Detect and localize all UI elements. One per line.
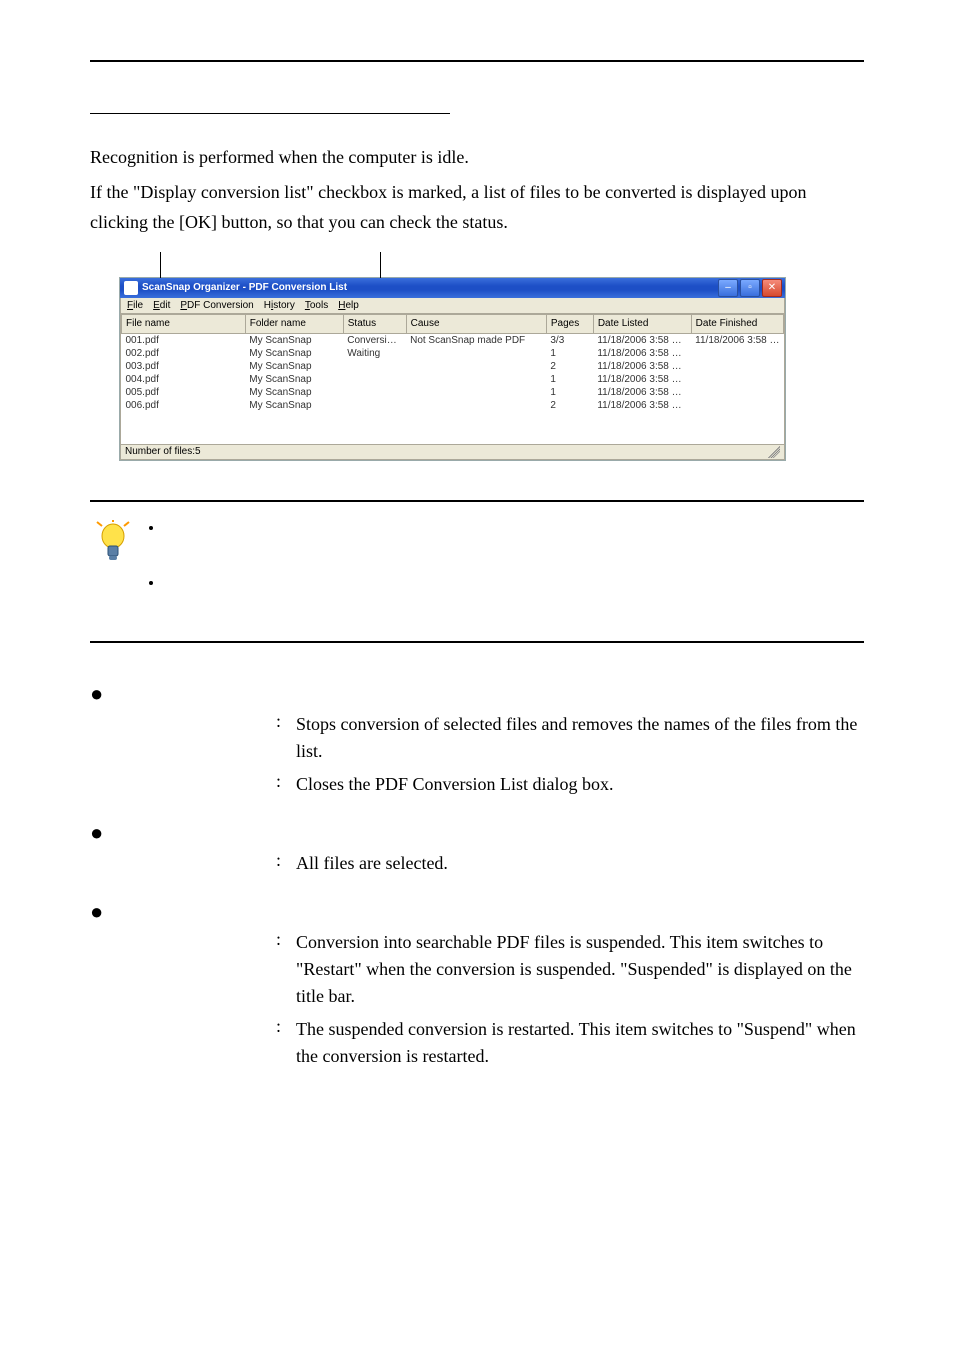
cell-listed: 11/18/2006 3:58 … [593,399,691,412]
cell-folder: My ScanSnap [245,333,343,347]
statusbar: Number of files:5 [120,445,785,460]
cell-listed: 11/18/2006 3:58 … [593,333,691,347]
cell-cause: Not ScanSnap made PDF [406,333,546,347]
cell-finished: 11/18/2006 3:58 … [691,333,783,347]
cell-file: 001.pdf [122,333,246,347]
cell-status: Waiting [343,347,406,360]
window-title: ScanSnap Organizer - PDF Conversion List [142,282,347,293]
cell-file: 003.pdf [122,360,246,373]
hint-box [90,500,864,643]
cell-cause [406,373,546,386]
cell-cause [406,360,546,373]
cell-pages: 1 [546,386,593,399]
table-row[interactable]: 003.pdfMy ScanSnap 211/18/2006 3:58 … [122,360,784,373]
section-underline [90,112,450,114]
intro-line-1: Recognition is performed when the comput… [90,142,864,173]
table-row[interactable]: 001.pdfMy ScanSnapConversi…Not ScanSnap … [122,333,784,347]
app-icon [124,281,138,295]
cell-finished [691,399,783,412]
callout-line-2 [380,252,381,278]
cell-finished [691,386,783,399]
cell-pages: 2 [546,399,593,412]
menu-pdf-conversion[interactable]: PDF Conversion [180,300,253,311]
cell-file: 006.pdf [122,399,246,412]
menubar: File Edit PDF Conversion History Tools H… [120,298,785,314]
maximize-button[interactable]: ▫ [740,279,760,297]
menu-descriptions: ● : Stops conversion of selected files a… [90,683,864,1070]
table-row[interactable]: 004.pdfMy ScanSnap 111/18/2006 3:58 … [122,373,784,386]
pdfconv-restart-label [116,1016,276,1070]
cell-status [343,360,406,373]
cell-status: Conversi… [343,333,406,347]
minimize-button[interactable]: – [718,279,738,297]
file-delete-label [116,711,276,765]
cell-cause [406,347,546,360]
cell-pages: 1 [546,347,593,360]
cell-status [343,386,406,399]
menu-file[interactable]: File [127,300,143,311]
file-delete-desc: Stops conversion of selected files and r… [296,711,864,765]
intro-line-2: If the "Display conversion list" checkbo… [90,177,864,238]
col-datefinished[interactable]: Date Finished [691,314,783,333]
close-button[interactable]: ✕ [762,279,782,297]
cell-file: 004.pdf [122,373,246,386]
intro-paragraph: Recognition is performed when the comput… [90,142,864,238]
edit-selectall-desc: All files are selected. [296,850,864,877]
cell-cause [406,386,546,399]
cell-folder: My ScanSnap [245,386,343,399]
pdf-conversion-list-window: ScanSnap Organizer - PDF Conversion List… [120,278,785,460]
table-row[interactable]: 005.pdfMy ScanSnap 111/18/2006 3:58 … [122,386,784,399]
window-titlebar[interactable]: ScanSnap Organizer - PDF Conversion List… [120,278,785,298]
lightbulb-icon [90,516,136,627]
cell-listed: 11/18/2006 3:58 … [593,360,691,373]
menu-edit[interactable]: Edit [153,300,170,311]
pdfconv-suspend-label [116,929,276,1010]
cell-file: 002.pdf [122,347,246,360]
top-horizontal-rule [90,60,864,62]
cell-status [343,373,406,386]
col-pages[interactable]: Pages [546,314,593,333]
cell-finished [691,360,783,373]
cell-folder: My ScanSnap [245,360,343,373]
callout-line-1 [160,252,161,278]
cell-pages: 3/3 [546,333,593,347]
menu-history[interactable]: History [264,300,295,311]
col-filename[interactable]: File name [122,314,246,333]
edit-selectall-label [116,850,276,877]
cell-pages: 2 [546,360,593,373]
cell-finished [691,347,783,360]
pdfconv-suspend-desc: Conversion into searchable PDF files is … [296,929,864,1010]
col-datelisted[interactable]: Date Listed [593,314,691,333]
cell-cause [406,399,546,412]
cell-finished [691,373,783,386]
cell-folder: My ScanSnap [245,347,343,360]
cell-listed: 11/18/2006 3:58 … [593,373,691,386]
col-status[interactable]: Status [343,314,406,333]
table-row[interactable]: 002.pdfMy ScanSnapWaiting 111/18/2006 3:5… [122,347,784,360]
col-cause[interactable]: Cause [406,314,546,333]
resize-grip-icon[interactable] [768,446,780,458]
menu-tools[interactable]: Tools [305,300,328,311]
cell-file: 005.pdf [122,386,246,399]
file-close-desc: Closes the PDF Conversion List dialog bo… [296,771,864,798]
cell-pages: 1 [546,373,593,386]
cell-listed: 11/18/2006 3:58 … [593,347,691,360]
cell-folder: My ScanSnap [245,373,343,386]
cell-folder: My ScanSnap [245,399,343,412]
menu-help[interactable]: Help [338,300,359,311]
conversion-table[interactable]: File name Folder name Status Cause Pages… [121,314,784,412]
cell-status [343,399,406,412]
status-text: Number of files:5 [125,446,201,458]
col-foldername[interactable]: Folder name [245,314,343,333]
pdfconv-restart-desc: The suspended conversion is restarted. T… [296,1016,864,1070]
table-row[interactable]: 006.pdfMy ScanSnap 211/18/2006 3:58 … [122,399,784,412]
file-close-label [116,771,276,798]
figure-conversion-list: ScanSnap Organizer - PDF Conversion List… [90,278,864,460]
cell-listed: 11/18/2006 3:58 … [593,386,691,399]
